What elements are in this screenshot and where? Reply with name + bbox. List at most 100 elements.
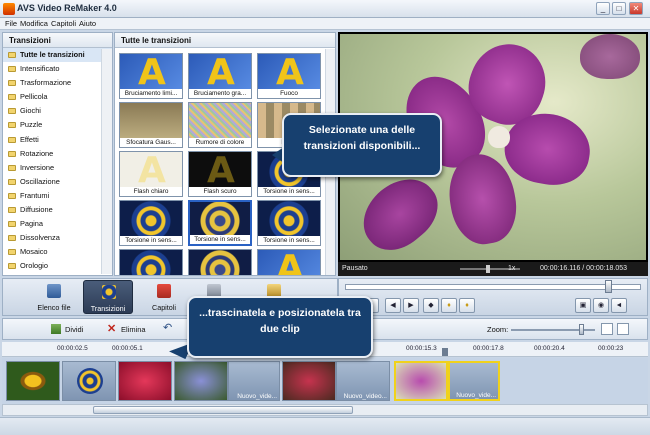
menu-bar: File Modifica Capitoli Aiuto — [0, 18, 650, 30]
transition-thumbnail[interactable]: Rumore di colore — [188, 102, 252, 148]
menu-modifica[interactable]: Modifica — [20, 19, 48, 28]
zoom-in-icon[interactable] — [617, 323, 629, 335]
folder-icon — [8, 108, 16, 115]
category-item[interactable]: Intensificato — [3, 62, 112, 76]
category-item[interactable]: Inversione — [3, 161, 112, 175]
maximize-button[interactable]: □ — [612, 2, 626, 15]
zoom-handle[interactable] — [579, 324, 584, 335]
clip[interactable]: Nuovo_video... — [336, 361, 390, 401]
category-label: Pagina — [20, 219, 44, 229]
category-item[interactable]: Diffusione — [3, 203, 112, 217]
category-label: Mosaico — [20, 247, 48, 257]
transition-name: Bruciamento gra... — [189, 89, 251, 98]
transition-thumbnail[interactable]: Torsione in sens... — [188, 200, 252, 246]
category-item[interactable]: Pellicola — [3, 90, 112, 104]
status-footer — [0, 417, 650, 435]
category-item[interactable]: Tutte le transizioni — [3, 48, 112, 63]
category-label: Effetti — [20, 134, 39, 144]
close-button[interactable]: ✕ — [629, 2, 643, 15]
category-item[interactable]: Rotazione — [3, 147, 112, 161]
folder-icon — [8, 136, 16, 143]
next-frame-button[interactable]: ▶ — [403, 298, 419, 313]
transition-thumbnail[interactable] — [119, 249, 183, 275]
chapters-button[interactable]: Capitoli — [139, 280, 189, 314]
file-list-label: Elenco file — [37, 303, 71, 312]
transition-name: Torsione in sens... — [258, 236, 320, 245]
category-item[interactable]: Puzzle — [3, 118, 112, 132]
player-controls: ▶ ■ ◀ ▶ ◆ ♦ ♦ ▣ ◉ ◄ — [338, 278, 648, 316]
category-item[interactable]: Oscillazione — [3, 175, 112, 189]
transition-thumbnail[interactable] — [257, 249, 321, 275]
menu-file[interactable]: File — [5, 19, 17, 28]
file-list-button[interactable]: Elenco file — [29, 280, 79, 314]
category-label: Orologio — [20, 261, 48, 271]
delete-button[interactable]: Elimina — [121, 325, 146, 334]
menu-capitoli[interactable]: Capitoli — [51, 19, 76, 28]
volume-icon[interactable]: ◄ — [611, 298, 627, 313]
clip[interactable] — [174, 361, 228, 401]
category-item[interactable]: Orologio — [3, 259, 112, 273]
folder-icon — [8, 249, 16, 256]
transitions-icon — [102, 285, 116, 299]
category-item[interactable]: Effetti — [3, 133, 112, 147]
undo-icon[interactable]: ↶ — [163, 321, 172, 334]
clip-selected[interactable]: Nuovo_vide... — [448, 361, 500, 401]
app-icon — [3, 3, 15, 15]
clip[interactable]: Nuovo_vide... — [228, 361, 280, 401]
transition-name: Sfocatura Gaus... — [120, 138, 182, 147]
transition-thumbnail[interactable]: Torsione in sens... — [257, 200, 321, 246]
ruler-tick: 00:00:20.4 — [534, 345, 565, 352]
timeline-scroll-thumb[interactable] — [93, 406, 353, 414]
categories-title: Transizioni — [3, 33, 112, 48]
categories-panel: Transizioni Tutte le transizioni Intensif… — [2, 32, 113, 276]
category-label: Dissolvenza — [20, 233, 60, 243]
category-item[interactable]: Dissolvenza — [3, 231, 112, 245]
transition-thumbnail[interactable]: Flash scuro — [188, 151, 252, 197]
timeline-scrollbar[interactable] — [2, 404, 648, 416]
transition-name: Flash chiaro — [120, 187, 182, 196]
transition-thumbnail[interactable]: Bruciamento gra... — [188, 53, 252, 99]
category-item[interactable]: Mosaico — [3, 245, 112, 259]
menu-aiuto[interactable]: Aiuto — [79, 19, 96, 28]
clip[interactable] — [118, 361, 172, 401]
transition-thumbnail[interactable]: Flash chiaro — [119, 151, 183, 197]
transitions-button[interactable]: Transizioni — [83, 280, 133, 314]
category-item[interactable]: Giochi — [3, 104, 112, 118]
category-label: Tutte le transizioni — [20, 50, 85, 59]
speed-value: 1x — [508, 265, 516, 272]
marker-out-icon[interactable]: ♦ — [459, 298, 475, 313]
fullscreen-button[interactable]: ▣ — [575, 298, 591, 313]
mark-in-button[interactable]: ◆ — [423, 298, 439, 313]
transition-thumbnail[interactable] — [188, 249, 252, 275]
window-title: AVS Video ReMaker 4.0 — [17, 3, 117, 13]
clip[interactable] — [6, 361, 60, 401]
speed-slider-handle[interactable] — [486, 265, 490, 273]
category-item[interactable]: Pagina — [3, 217, 112, 231]
seek-handle[interactable] — [605, 280, 612, 293]
snapshot-small-button[interactable]: ◉ — [593, 298, 609, 313]
transition-slot[interactable] — [62, 361, 116, 401]
transition-thumbnail[interactable]: Torsione in sens... — [119, 200, 183, 246]
transitions-title: Tutte le transizioni — [115, 33, 335, 48]
player-status: Pausato — [342, 265, 368, 272]
split-icon — [51, 324, 61, 334]
folder-icon — [8, 207, 16, 214]
transition-name: Bruciamento limi... — [120, 89, 182, 98]
transition-thumbnail[interactable]: Fuoco — [257, 53, 321, 99]
seek-bar[interactable] — [345, 284, 641, 290]
clip-selected[interactable] — [394, 361, 448, 401]
prev-frame-button[interactable]: ◀ — [385, 298, 401, 313]
zoom-fit-icon[interactable] — [601, 323, 613, 335]
category-item[interactable]: Frantumi — [3, 189, 112, 203]
minimize-button[interactable]: _ — [596, 2, 610, 15]
playhead[interactable] — [442, 348, 448, 356]
categories-scrollbar[interactable] — [101, 49, 112, 274]
category-label: Trasformazione — [20, 78, 72, 88]
transition-thumbnail[interactable]: Sfocatura Gaus... — [119, 102, 183, 148]
clip[interactable] — [282, 361, 336, 401]
transitions-label: Transizioni — [90, 304, 126, 313]
marker-in-icon[interactable]: ♦ — [441, 298, 457, 313]
split-button[interactable]: Dividi — [65, 325, 83, 334]
category-item[interactable]: Trasformazione — [3, 76, 112, 90]
transition-thumbnail[interactable]: Bruciamento limi... — [119, 53, 183, 99]
